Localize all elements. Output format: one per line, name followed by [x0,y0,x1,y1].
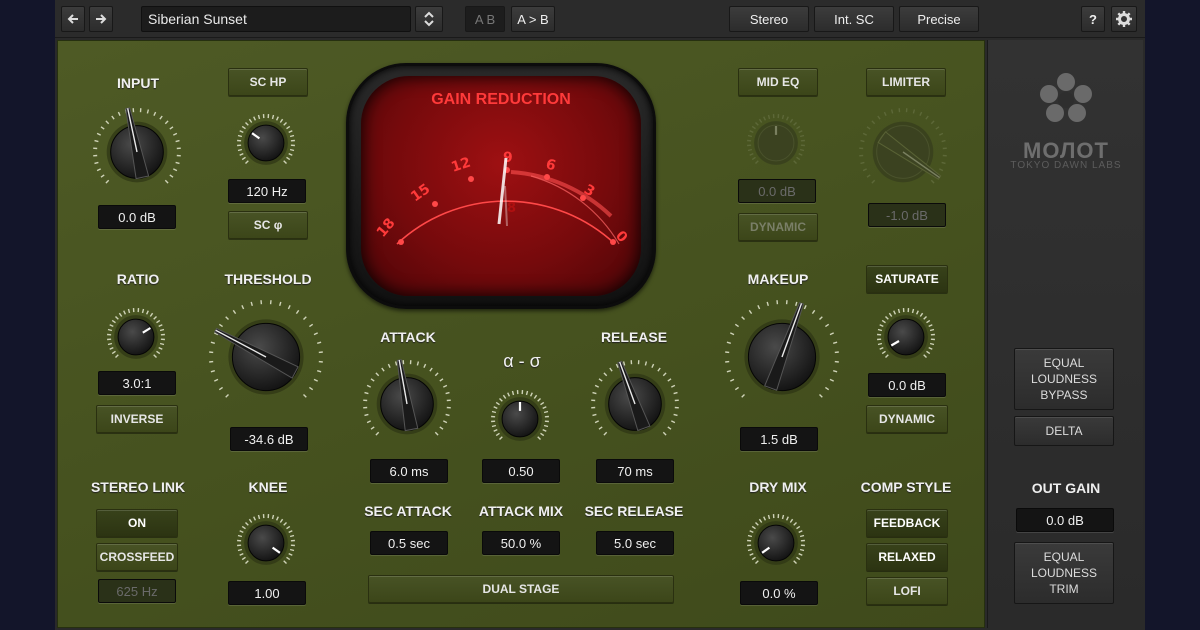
svg-text:18: 18 [374,215,399,240]
side-panel: МОЛОТ TOKYO DAWN LABS EQUAL LOUDNESS BYP… [987,40,1143,628]
saturate-button[interactable]: SATURATE [866,265,948,293]
mid-eq-button[interactable]: MID EQ [738,68,818,96]
alpha-sigma-knob[interactable] [488,387,552,451]
attack-label: ATTACK [380,329,436,345]
out-gain-label: OUT GAIN [1031,480,1101,496]
molot-logo-icon [1034,68,1098,132]
settings-button[interactable] [1111,6,1137,32]
delta-button[interactable]: DELTA [1014,416,1114,446]
arrow-left-icon [67,13,79,25]
out-gain-value[interactable]: 0.0 dB [1016,508,1114,532]
attack-value[interactable]: 6.0 ms [370,459,448,483]
ratio-value[interactable]: 3.0:1 [98,371,176,395]
sec-attack-label: SEC ATTACK [364,503,452,519]
threshold-knob[interactable] [206,297,326,417]
svg-text:8: 8 [507,201,516,216]
input-value[interactable]: 0.0 dB [98,205,176,229]
equal-loudness-trim-button[interactable]: EQUAL LOUDNESS TRIM [1014,542,1114,604]
alpha-sigma-value[interactable]: 0.50 [482,459,560,483]
meter-scale: 18 15 12 9 6 3 0 8 [374,150,631,246]
dry-mix-value[interactable]: 0.0 % [740,581,818,605]
crossfeed-value[interactable]: 625 Hz [98,579,176,603]
ratio-label: RATIO [116,271,160,287]
sec-release-label: SEC RELEASE [584,503,684,519]
comp-style-feedback-button[interactable]: FEEDBACK [866,509,948,537]
precise-button[interactable]: Precise [899,6,979,32]
arrow-right-icon [95,13,107,25]
release-value[interactable]: 70 ms [596,459,674,483]
stereo-link-label: STEREO LINK [90,479,186,495]
attack-knob[interactable] [360,357,454,451]
elb-line-2: LOUDNESS [1030,372,1098,386]
crossfeed-button[interactable]: CROSSFEED [96,543,178,571]
gear-icon [1116,11,1132,27]
stereo-link-on-button[interactable]: ON [96,509,178,537]
dry-mix-knob[interactable] [744,511,808,575]
meter-face: GAIN REDUCTION 18 15 12 9 6 3 0 8 [361,76,641,296]
svg-text:6: 6 [544,156,558,174]
knee-label: KNEE [248,479,288,495]
input-label: INPUT [117,75,159,91]
preset-forward-button[interactable] [89,6,113,32]
sec-attack-value[interactable]: 0.5 sec [370,531,448,555]
knee-knob[interactable] [234,511,298,575]
limiter-value[interactable]: -1.0 dB [868,203,946,227]
sc-hp-value[interactable]: 120 Hz [228,179,306,203]
preset-stepper[interactable] [415,6,443,32]
limiter-button[interactable]: LIMITER [866,68,946,96]
ab-compare-button[interactable]: A B [465,6,505,32]
comp-style-label: COMP STYLE [860,479,952,495]
gain-reduction-meter: GAIN REDUCTION 18 15 12 9 6 3 0 8 [346,63,656,309]
a-to-b-copy-button[interactable]: A > B [511,6,555,32]
sc-hp-button[interactable]: SC HP [228,68,308,96]
mid-eq-knob[interactable] [744,111,808,175]
threshold-value[interactable]: -34.6 dB [230,427,308,451]
sc-hp-knob[interactable] [234,111,298,175]
makeup-value[interactable]: 1.5 dB [740,427,818,451]
attack-mix-label: ATTACK MIX [478,503,564,519]
saturate-knob[interactable] [874,305,938,369]
preset-back-button[interactable] [61,6,85,32]
stereo-mode-button[interactable]: Stereo [729,6,809,32]
main-panel: INPUT 0.0 dB SC HP 120 Hz SC φ GAIN REDU… [57,40,985,628]
saturate-dynamic-button[interactable]: DYNAMIC [866,405,948,433]
elt-line-1: EQUAL [1043,550,1085,564]
comp-style-relaxed-button[interactable]: RELAXED [866,543,948,571]
mid-eq-dynamic-button[interactable]: DYNAMIC [738,213,818,241]
limiter-knob[interactable] [856,105,950,199]
dual-stage-button[interactable]: DUAL STAGE [368,575,674,603]
dry-mix-label: DRY MIX [749,479,807,495]
attack-mix-value[interactable]: 50.0 % [482,531,560,555]
ratio-knob[interactable] [104,305,168,369]
elt-line-2: LOUDNESS [1030,566,1098,580]
elt-line-3: TRIM [1049,582,1079,596]
logo-subtitle: TOKYO DAWN LABS [1010,160,1122,171]
elb-line-1: EQUAL [1043,356,1085,370]
knee-value[interactable]: 1.00 [228,581,306,605]
mid-eq-value[interactable]: 0.0 dB [738,179,816,203]
svg-text:15: 15 [408,181,433,205]
sec-release-value[interactable]: 5.0 sec [596,531,674,555]
int-sc-button[interactable]: Int. SC [814,6,894,32]
makeup-knob[interactable] [722,297,842,417]
equal-loudness-bypass-button[interactable]: EQUAL LOUDNESS BYPASS [1014,348,1114,410]
input-knob[interactable] [90,105,184,199]
toolbar: Siberian Sunset A B A > B Stereo Int. SC… [55,0,1145,38]
svg-text:12: 12 [449,155,472,176]
alpha-sigma-label: α - σ [503,351,541,371]
inverse-button[interactable]: INVERSE [96,405,178,433]
release-knob[interactable] [588,357,682,451]
makeup-label: MAKEUP [747,271,809,287]
threshold-label: THRESHOLD [224,271,312,287]
sc-phase-button[interactable]: SC φ [228,211,308,239]
help-button[interactable]: ? [1081,6,1105,32]
release-label: RELEASE [600,329,668,345]
up-down-arrows-icon [424,11,434,27]
elb-line-3: BYPASS [1040,388,1088,402]
saturate-value[interactable]: 0.0 dB [868,373,946,397]
preset-name-field[interactable]: Siberian Sunset [141,6,411,32]
comp-style-lofi-button[interactable]: LOFI [866,577,948,605]
molot-plugin-window: Siberian Sunset A B A > B Stereo Int. SC… [55,0,1145,630]
